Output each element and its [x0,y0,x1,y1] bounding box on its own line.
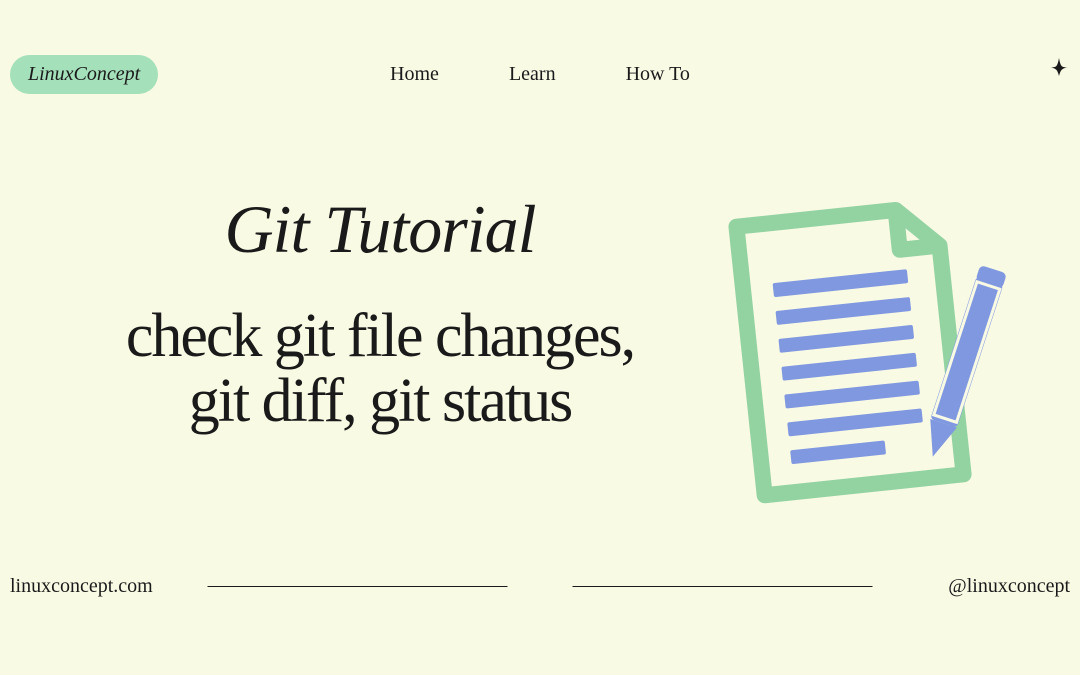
divider-line [208,586,508,587]
subtitle-line2: git diff, git status [60,369,700,434]
nav-howto[interactable]: How To [626,63,690,86]
divider-line [573,586,873,587]
footer-handle: @linuxconcept [948,575,1070,598]
page-subtitle: check git file changes, git diff, git st… [60,304,700,434]
subtitle-line1: check git file changes, [60,304,700,369]
footer-divider [208,586,873,587]
nav: Home Learn How To [390,63,690,86]
footer-domain: linuxconcept.com [10,575,153,598]
nav-home[interactable]: Home [390,63,439,86]
text-block: Git Tutorial check git file changes, git… [60,190,700,434]
footer: linuxconcept.com @linuxconcept [0,575,1080,598]
sparkle-icon [1048,56,1070,78]
document-edit-icon [700,185,1010,515]
nav-learn[interactable]: Learn [509,63,556,86]
header: LinuxConcept Home Learn How To [0,0,1080,100]
logo-badge[interactable]: LinuxConcept [10,55,158,94]
page-title: Git Tutorial [60,190,700,269]
main-content: Git Tutorial check git file changes, git… [0,100,1080,515]
